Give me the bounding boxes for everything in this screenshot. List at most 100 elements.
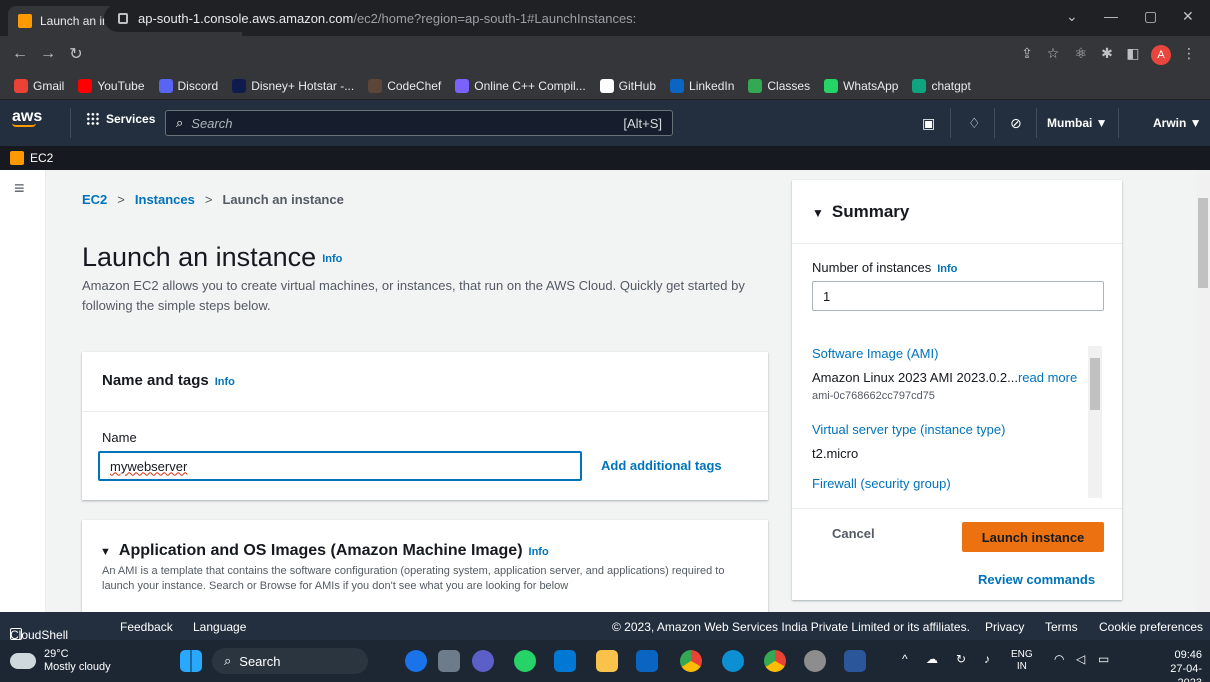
console-footer: CloudShell Feedback Language © 2023, Ama… — [0, 612, 1210, 642]
ami-id: ami-0c768662cc797cd75 — [812, 390, 935, 402]
terms-link[interactable]: Terms — [1045, 620, 1078, 634]
page-scroll-thumb[interactable] — [1198, 198, 1208, 288]
summary-scrollbar[interactable] — [1088, 346, 1102, 498]
bookmark-label: YouTube — [97, 78, 145, 93]
microsoft-store-icon[interactable] — [554, 650, 576, 672]
bookmark-item[interactable]: Online C++ Compil... — [455, 78, 586, 93]
reload-icon[interactable]: ↻ — [62, 44, 90, 64]
tab-search-icon[interactable]: ⌄ — [1066, 8, 1078, 25]
microphone-icon[interactable]: ♪ — [984, 652, 990, 666]
tray-app-icon[interactable]: ☁ — [926, 652, 938, 666]
help-icon[interactable]: ⊘ — [1010, 115, 1022, 132]
minimize-icon[interactable]: — — [1104, 8, 1118, 24]
page-scrollbar[interactable] — [1196, 170, 1210, 612]
weather-widget[interactable]: 29°C Mostly cloudy — [6, 647, 111, 674]
page-info-link[interactable]: Info — [322, 253, 342, 265]
summary-title[interactable]: ▼ Summary — [812, 202, 909, 222]
summary-collapse-icon: ▼ — [812, 206, 824, 220]
cancel-button[interactable]: Cancel — [832, 526, 875, 541]
bing-icon[interactable] — [405, 650, 427, 672]
ami-info-link[interactable]: Info — [529, 546, 549, 558]
battery-icon[interactable]: ▭ — [1098, 652, 1109, 666]
mail-icon[interactable] — [636, 650, 658, 672]
num-instances-info-link[interactable]: Info — [937, 263, 957, 275]
tray-overflow-icon[interactable]: ^ — [902, 652, 908, 666]
bookmark-item[interactable]: CodeChef — [368, 78, 442, 93]
launch-instance-button[interactable]: Launch instance — [962, 522, 1104, 552]
menu-hamburger-icon[interactable]: ≡ — [14, 178, 30, 199]
profile-avatar[interactable]: A — [1151, 45, 1171, 65]
side-panel-icon[interactable]: ◧ — [1124, 45, 1142, 63]
aws-search-input[interactable]: ⌕ Search [Alt+S] — [165, 110, 673, 136]
breadcrumb-ec2[interactable]: EC2 — [82, 192, 107, 207]
close-window-icon[interactable]: ✕ — [1182, 8, 1194, 25]
bookmark-item[interactable]: LinkedIn — [670, 78, 734, 93]
breadcrumb-instances[interactable]: Instances — [135, 192, 195, 207]
read-more-link[interactable]: read more — [1018, 370, 1077, 385]
language-code: ENG — [1011, 649, 1033, 660]
file-explorer-icon[interactable] — [596, 650, 618, 672]
bookmark-item[interactable]: Disney+ Hotstar -... — [232, 78, 354, 93]
whatsapp-taskbar-icon[interactable] — [514, 650, 536, 672]
settings-gear-icon[interactable] — [804, 650, 826, 672]
task-view-icon[interactable] — [438, 650, 460, 672]
summary-title-text: Summary — [831, 202, 910, 221]
bookmark-item[interactable]: Classes — [748, 78, 810, 93]
bookmarks-bar: Gmail YouTube Discord Disney+ Hotstar -... C… — [0, 72, 1210, 100]
extensions-icon[interactable]: ✱ — [1098, 45, 1116, 63]
forward-icon[interactable]: → — [34, 45, 62, 63]
firewall-link[interactable]: Firewall (security group) — [812, 476, 951, 491]
search-icon: ⌕ — [176, 115, 184, 130]
cloudshell-icon[interactable]: ▣ — [922, 115, 935, 132]
back-icon[interactable]: ← — [6, 45, 34, 63]
bookmark-item[interactable]: WhatsApp — [824, 78, 898, 93]
windows-start-icon[interactable] — [180, 650, 202, 672]
teams-chat-icon[interactable] — [472, 650, 494, 672]
bookmark-item[interactable]: YouTube — [78, 78, 145, 93]
region-selector[interactable]: Mumbai ▼ — [1047, 116, 1108, 130]
bookmark-label: CodeChef — [387, 78, 442, 93]
bookmark-item[interactable]: Discord — [158, 78, 218, 93]
tray-sync-icon[interactable]: ↻ — [956, 652, 966, 666]
chrome-menu-icon[interactable]: ⋮ — [1180, 45, 1198, 63]
cookie-preferences-link[interactable]: Cookie preferences — [1099, 620, 1203, 634]
lock-icon — [118, 12, 128, 24]
bookmark-favicon-icon — [78, 78, 93, 93]
num-instances-input[interactable]: 1 — [812, 281, 1104, 311]
notifications-bell-icon[interactable]: ♢ — [968, 115, 981, 132]
bookmark-item[interactable]: chatgpt — [912, 78, 971, 93]
privacy-link[interactable]: Privacy — [985, 620, 1024, 634]
summary-scroll-thumb[interactable] — [1090, 358, 1100, 410]
ec2-shortcut[interactable]: EC2 — [30, 151, 53, 165]
chrome-taskbar-icon[interactable] — [680, 650, 702, 672]
url-path: /ec2/home?region=ap-south-1#LaunchInstan… — [353, 10, 637, 26]
address-bar[interactable]: ap-south-1.console.aws.amazon.com /ec2/h… — [104, 4, 1009, 32]
edge-icon[interactable] — [722, 650, 744, 672]
account-menu[interactable]: Arwin ▼ — [1153, 116, 1202, 130]
system-clock[interactable]: 09:46 27-04-2023 — [1148, 648, 1202, 682]
restore-icon[interactable]: ▢ — [1144, 8, 1157, 25]
services-menu-button[interactable]: Services — [86, 112, 155, 126]
bookmark-item[interactable]: GitHub — [599, 78, 656, 93]
bookmark-item[interactable]: Gmail — [14, 78, 64, 93]
react-extension-icon[interactable]: ⚛ — [1072, 45, 1090, 63]
wifi-icon[interactable]: ◠ — [1054, 652, 1064, 666]
ami-title[interactable]: ▼ Application and OS Images (Amazon Machi… — [100, 542, 549, 560]
taskbar-search[interactable]: ⌕ Search — [212, 648, 368, 674]
review-commands-link[interactable]: Review commands — [978, 572, 1095, 587]
aws-logo[interactable]: aws — [12, 108, 42, 127]
software-image-link[interactable]: Software Image (AMI) — [812, 346, 938, 361]
name-tags-info-link[interactable]: Info — [215, 376, 235, 388]
page-title: Launch an instance Info — [82, 242, 342, 273]
word-icon[interactable] — [844, 650, 866, 672]
chrome-profile-taskbar-icon[interactable] — [764, 650, 786, 672]
bookmark-star-icon[interactable]: ☆ — [1044, 45, 1062, 63]
share-icon[interactable]: ⇪ — [1018, 45, 1036, 63]
instance-type-link[interactable]: Virtual server type (instance type) — [812, 422, 1005, 437]
volume-icon[interactable]: ◁ — [1076, 652, 1085, 666]
name-input[interactable]: mywebserver — [98, 451, 582, 481]
add-additional-tags-link[interactable]: Add additional tags — [601, 458, 722, 473]
language-link[interactable]: Language — [193, 620, 246, 634]
input-language-indicator[interactable]: ENG IN — [1011, 649, 1033, 673]
feedback-link[interactable]: Feedback — [120, 620, 173, 634]
